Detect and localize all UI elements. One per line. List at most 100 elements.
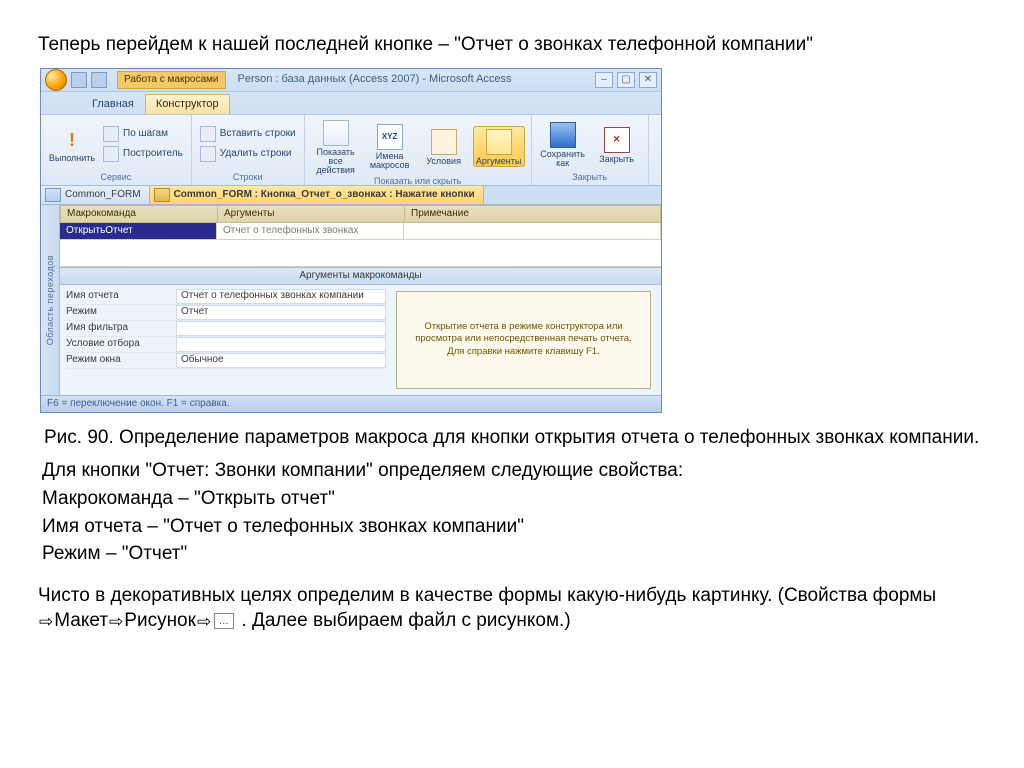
maximize-button[interactable]: ▢ (617, 72, 635, 88)
exclamation-icon: ! (60, 128, 84, 152)
ribbon: ! Выполнить По шагам Построитель Сервис … (41, 114, 661, 186)
arg-lbl: Режим окна (66, 355, 176, 365)
step-button[interactable]: По шагам (101, 125, 185, 143)
save-as-label: Сохранить как (540, 150, 586, 168)
step-icon (103, 126, 119, 142)
ellipsis-button-icon: … (214, 613, 234, 629)
args-help-pane: Открытие отчета в режиме конструктора ил… (396, 291, 651, 389)
close-icon: ✕ (604, 127, 630, 153)
qat-save-icon[interactable] (71, 72, 87, 88)
office-button[interactable] (45, 69, 67, 91)
tab-design[interactable]: Конструктор (145, 94, 230, 114)
close-button[interactable]: ✕ Закрыть (592, 125, 642, 164)
macro-names-label: Имена макросов (367, 152, 413, 170)
arrow-icon: ⇨ (38, 612, 54, 631)
title-bar: Работа с макросами Person : база данных … (41, 69, 661, 92)
minimize-button[interactable]: – (595, 72, 613, 88)
empty-rows (60, 240, 661, 267)
insert-rows-button[interactable]: Вставить строки (198, 125, 298, 143)
show-all-label: Показать все действия (313, 148, 359, 175)
navigation-pane[interactable]: Область переходов (41, 205, 60, 395)
group-close-label: Закрыть (538, 171, 642, 185)
arg-row-mode[interactable]: РежимОтчет (66, 305, 386, 321)
conditions-label: Условия (426, 157, 461, 166)
list-icon (323, 120, 349, 146)
col-action: Макрокоманда (60, 205, 218, 223)
macro-icon (154, 188, 170, 202)
props-line-3: Имя отчета – "Отчет о телефонных звонках… (42, 514, 986, 540)
arguments-cell[interactable]: Отчет о телефонных звонках (217, 223, 404, 239)
arg-row-window-mode[interactable]: Режим окнаОбычное (66, 353, 386, 369)
args-panel: Имя отчетаОтчет о телефонных звонках ком… (60, 285, 661, 395)
decor-span-b: Макет (54, 610, 108, 631)
col-arguments: Аргументы (218, 205, 405, 223)
props-line-2: Макрокоманда – "Открыть отчет" (42, 486, 986, 512)
status-bar: F6 = переключение окон. F1 = справка. (41, 395, 661, 412)
macro-designer: Макрокоманда Аргументы Примечание Открыт… (60, 205, 661, 395)
arguments-button[interactable]: Аргументы (473, 126, 525, 167)
document-tabs: Common_FORM Common_FORM : Кнопка_Отчет_о… (41, 186, 661, 205)
work-area: Область переходов Макрокоманда Аргументы… (41, 205, 661, 395)
doc-tab-common-form[interactable]: Common_FORM (41, 186, 150, 204)
action-cell[interactable]: ОткрытьОтчет (60, 223, 217, 239)
run-button[interactable]: ! Выполнить (47, 126, 97, 163)
arg-val[interactable]: Отчет (176, 305, 386, 320)
macro-names-button[interactable]: XYZ Имена макросов (365, 122, 415, 170)
arg-lbl: Условие отбора (66, 339, 176, 349)
grid-icon (486, 129, 512, 155)
nav-pane-label: Область переходов (46, 255, 55, 345)
arg-lbl: Имя фильтра (66, 323, 176, 333)
close-window-button[interactable]: ✕ (639, 72, 657, 88)
arg-row-filter-name[interactable]: Имя фильтра (66, 321, 386, 337)
context-tab-badge: Работа с макросами (117, 71, 226, 89)
decor-span-a: Чисто в декоративных целях определим в к… (38, 585, 936, 606)
delete-rows-icon (200, 146, 216, 162)
step-label: По шагам (123, 129, 168, 139)
decor-span-c: Рисунок (124, 610, 196, 631)
access-window: Работа с макросами Person : база данных … (40, 68, 662, 413)
tab-home[interactable]: Главная (81, 94, 145, 114)
flow-icon (431, 129, 457, 155)
props-line-4: Режим – "Отчет" (42, 541, 986, 567)
comment-cell[interactable] (404, 223, 661, 239)
ribbon-tabstrip: Главная Конструктор (41, 92, 661, 114)
macro-row[interactable]: ОткрытьОтчет Отчет о телефонных звонках (60, 223, 661, 240)
arg-lbl: Режим (66, 307, 176, 317)
delete-rows-label: Удалить строки (220, 149, 292, 159)
delete-rows-button[interactable]: Удалить строки (198, 145, 298, 163)
col-comment: Примечание (405, 205, 661, 223)
window-title: Person : база данных (Access 2007) - Mic… (230, 74, 591, 85)
intro-paragraph: Теперь перейдем к нашей последней кнопке… (38, 32, 986, 58)
arg-val[interactable]: Обычное (176, 353, 386, 368)
arg-row-report-name[interactable]: Имя отчетаОтчет о телефонных звонках ком… (66, 289, 386, 305)
args-panel-title: Аргументы макрокоманды (60, 267, 661, 285)
group-rows-label: Строки (198, 171, 298, 185)
doc-tab-macro[interactable]: Common_FORM : Кнопка_Отчет_о_звонках : Н… (150, 186, 484, 204)
grid-header-row: Макрокоманда Аргументы Примечание (60, 205, 661, 223)
arguments-label: Аргументы (476, 157, 521, 166)
arrow-icon: ⇨ (196, 612, 212, 631)
arg-val[interactable] (176, 337, 386, 352)
builder-icon (103, 146, 119, 162)
builder-button[interactable]: Построитель (101, 145, 185, 163)
arrow-icon: ⇨ (108, 612, 124, 631)
show-all-button[interactable]: Показать все действия (311, 118, 361, 175)
conditions-button[interactable]: Условия (419, 127, 469, 166)
insert-rows-icon (200, 126, 216, 142)
doc-tab-active-label: Common_FORM : Кнопка_Отчет_о_звонках : Н… (174, 190, 475, 200)
save-as-button[interactable]: Сохранить как (538, 120, 588, 168)
figure-caption: Рис. 90. Определение параметров макроса … (44, 425, 986, 451)
arg-val[interactable]: Отчет о телефонных звонках компании (176, 289, 386, 304)
form-icon (45, 188, 61, 202)
xyz-icon: XYZ (377, 124, 403, 150)
arg-row-where[interactable]: Условие отбора (66, 337, 386, 353)
run-label: Выполнить (49, 154, 95, 163)
builder-label: Построитель (123, 149, 183, 159)
group-service-label: Сервис (47, 171, 185, 185)
decorative-paragraph: Чисто в декоративных целях определим в к… (38, 583, 986, 635)
disk-icon (550, 122, 576, 148)
doc-tab-inactive-label: Common_FORM (65, 190, 141, 200)
qat-undo-icon[interactable] (91, 72, 107, 88)
arg-val[interactable] (176, 321, 386, 336)
args-table: Имя отчетаОтчет о телефонных звонках ком… (60, 285, 392, 395)
